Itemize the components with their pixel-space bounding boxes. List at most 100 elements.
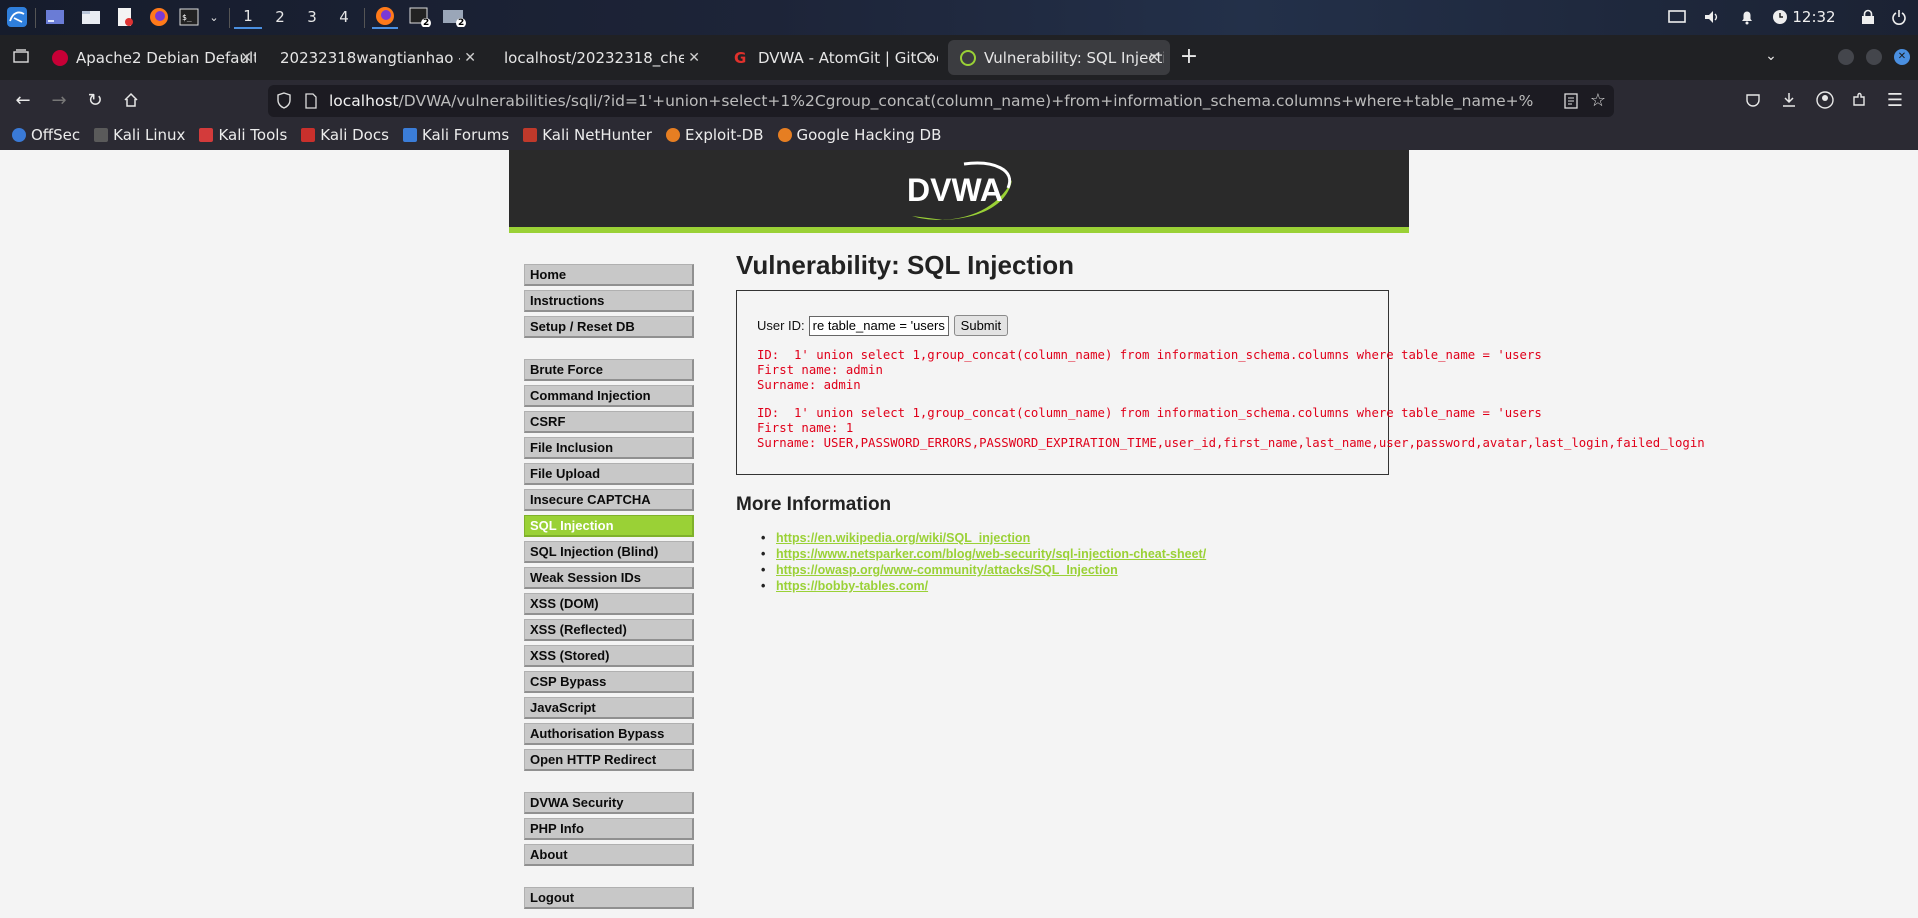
- link-owasp-sqli[interactable]: https://owasp.org/www-community/attacks/…: [776, 563, 1118, 577]
- extensions-icon[interactable]: [1846, 88, 1872, 112]
- close-icon[interactable]: ✕: [1148, 50, 1160, 66]
- bookmark-google-hacking-db[interactable]: Google Hacking DB: [777, 126, 941, 144]
- link-netsparker-cheatsheet[interactable]: https://www.netsparker.com/blog/web-secu…: [776, 547, 1206, 561]
- account-icon[interactable]: [1812, 88, 1838, 112]
- menu-csp-bypass[interactable]: CSP Bypass: [524, 671, 694, 693]
- tab-wangtianhao[interactable]: 20232318wangtianhao - 带验 ✕: [264, 40, 486, 75]
- tab-overview-icon[interactable]: [8, 44, 34, 68]
- bookmark-label: OffSec: [31, 126, 81, 144]
- menu-logout[interactable]: Logout: [524, 887, 694, 909]
- menu-sql-injection[interactable]: SQL Injection: [524, 515, 694, 537]
- reader-view-icon[interactable]: [1564, 93, 1578, 113]
- files-badge: 2: [458, 18, 465, 28]
- tab-gitcode[interactable]: G DVWA - AtomGit | GitCode ✕: [722, 40, 944, 75]
- terminal-window-icon[interactable]: [406, 5, 434, 29]
- lock-icon[interactable]: [1857, 5, 1879, 29]
- tab-title: localhost/20232318_check.php: [504, 48, 684, 67]
- nethunter-icon: [523, 128, 538, 142]
- hamburger-menu-icon[interactable]: ☰: [1882, 88, 1908, 112]
- workspace-3[interactable]: 3: [298, 5, 326, 29]
- firefox-window-icon[interactable]: [372, 5, 398, 29]
- menu-csrf[interactable]: CSRF: [524, 411, 694, 433]
- menu-instructions[interactable]: Instructions: [524, 290, 694, 312]
- kali-forums-icon: [402, 128, 417, 142]
- minimize-button[interactable]: [1838, 49, 1854, 65]
- menu-xss-dom[interactable]: XSS (DOM): [524, 593, 694, 615]
- maximize-button[interactable]: [1866, 49, 1882, 65]
- workspace-1[interactable]: 1: [234, 5, 262, 29]
- bookmark-offsec[interactable]: OffSec: [12, 126, 80, 144]
- bookmark-kali-forums[interactable]: Kali Forums: [402, 126, 509, 144]
- shield-icon[interactable]: [276, 92, 292, 114]
- close-icon[interactable]: ✕: [922, 50, 934, 66]
- bookmark-kali-linux[interactable]: Kali Linux: [94, 126, 185, 144]
- menu-javascript[interactable]: JavaScript: [524, 697, 694, 719]
- page-title: Vulnerability: SQL Injection: [736, 250, 1075, 280]
- terminal-launcher-icon[interactable]: $_: [178, 5, 200, 29]
- bookmark-star-icon[interactable]: ☆: [1590, 90, 1606, 111]
- notification-bell-icon[interactable]: [1736, 5, 1758, 29]
- link-bobby-tables[interactable]: https://bobby-tables.com/: [776, 579, 928, 593]
- menu-home[interactable]: Home: [524, 264, 694, 286]
- menu-about[interactable]: About: [524, 844, 694, 866]
- new-tab-icon[interactable]: +: [1176, 44, 1202, 69]
- menu-dvwa-security[interactable]: DVWA Security: [524, 792, 694, 814]
- ghdb-icon: [777, 128, 792, 142]
- menu-sql-injection-blind[interactable]: SQL Injection (Blind): [524, 541, 694, 563]
- menu-xss-stored[interactable]: XSS (Stored): [524, 645, 694, 667]
- workspace-2[interactable]: 2: [266, 5, 294, 29]
- file-manager-icon[interactable]: [80, 5, 102, 29]
- tab-check-php[interactable]: localhost/20232318_check.php ✕: [488, 40, 710, 75]
- menu-open-http-redirect[interactable]: Open HTTP Redirect: [524, 749, 694, 771]
- bookmark-exploit-db[interactable]: Exploit-DB: [665, 126, 764, 144]
- menu-authorisation-bypass[interactable]: Authorisation Bypass: [524, 723, 694, 745]
- firefox-launcher-icon[interactable]: [148, 5, 170, 29]
- tab-sql-injection[interactable]: Vulnerability: SQL Injection ✕: [948, 40, 1170, 75]
- url-bar[interactable]: localhost/DVWA/vulnerabilities/sqli/?id=…: [268, 85, 1614, 117]
- desktop-icon[interactable]: [44, 5, 66, 29]
- close-icon[interactable]: ✕: [688, 50, 700, 66]
- workspace-4[interactable]: 4: [330, 5, 358, 29]
- chevron-down-icon[interactable]: ⌄: [204, 5, 224, 29]
- dvwa-logo[interactable]: DVWA: [904, 158, 1019, 225]
- volume-icon[interactable]: [1701, 5, 1723, 29]
- menu-command-injection[interactable]: Command Injection: [524, 385, 694, 407]
- gitcode-icon: G: [734, 48, 747, 67]
- page-info-icon[interactable]: [304, 93, 318, 113]
- url-text[interactable]: localhost/DVWA/vulnerabilities/sqli/?id=…: [329, 92, 1534, 110]
- submit-button[interactable]: Submit: [953, 315, 1009, 336]
- close-icon[interactable]: ✕: [464, 50, 476, 66]
- menu-weak-session-ids[interactable]: Weak Session IDs: [524, 567, 694, 589]
- back-arrow-icon[interactable]: ←: [10, 88, 36, 112]
- pocket-icon[interactable]: [1740, 88, 1766, 112]
- link-wikipedia-sqli[interactable]: https://en.wikipedia.org/wiki/SQL_inject…: [776, 531, 1030, 545]
- power-icon[interactable]: [1888, 5, 1910, 29]
- list-item: https://owasp.org/www-community/attacks/…: [761, 562, 1206, 578]
- menu-setup-reset-db[interactable]: Setup / Reset DB: [524, 316, 694, 338]
- web-page: DVWA Home Instructions Setup / Reset DB …: [0, 150, 1918, 918]
- menu-xss-reflected[interactable]: XSS (Reflected): [524, 619, 694, 641]
- home-icon[interactable]: [118, 88, 144, 112]
- downloads-icon[interactable]: [1776, 88, 1802, 112]
- user-id-label: User ID:: [757, 318, 805, 333]
- kali-menu-icon[interactable]: [4, 5, 30, 29]
- forward-arrow-icon[interactable]: →: [46, 88, 72, 112]
- menu-insecure-captcha[interactable]: Insecure CAPTCHA: [524, 489, 694, 511]
- close-window-button[interactable]: ✕: [1894, 49, 1910, 65]
- tab-list-icon[interactable]: ⌄: [1758, 44, 1784, 68]
- text-editor-icon[interactable]: [114, 5, 136, 29]
- menu-file-upload[interactable]: File Upload: [524, 463, 694, 485]
- user-id-input[interactable]: [808, 315, 949, 336]
- screen-icon[interactable]: [1666, 5, 1688, 29]
- bookmark-kali-tools[interactable]: Kali Tools: [199, 126, 287, 144]
- menu-file-inclusion[interactable]: File Inclusion: [524, 437, 694, 459]
- bookmark-kali-nethunter[interactable]: Kali NetHunter: [523, 126, 652, 144]
- reload-icon[interactable]: ↻: [82, 88, 108, 112]
- bookmark-kali-docs[interactable]: Kali Docs: [301, 126, 389, 144]
- close-icon[interactable]: ✕: [240, 50, 252, 66]
- menu-brute-force[interactable]: Brute Force: [524, 359, 694, 381]
- list-item: https://bobby-tables.com/: [761, 578, 1206, 594]
- tab-apache-default[interactable]: Apache2 Debian Default Page ✕: [40, 40, 262, 75]
- menu-php-info[interactable]: PHP Info: [524, 818, 694, 840]
- tab-title: Vulnerability: SQL Injection: [984, 48, 1164, 67]
